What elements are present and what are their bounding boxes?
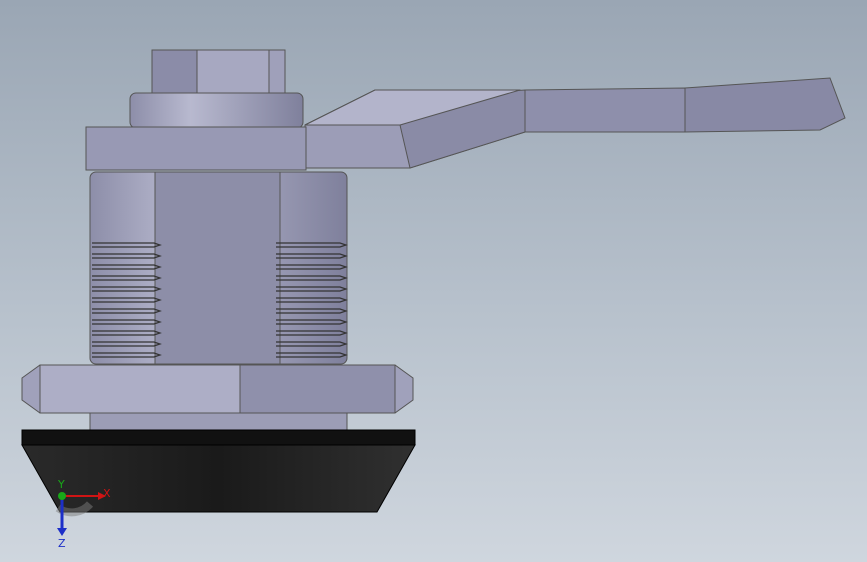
coordinate-triad: X Z Y [40, 478, 120, 550]
lower-thread-sliver [89, 412, 348, 431]
y-axis-dot-icon [58, 492, 66, 500]
graphics-viewport[interactable] [0, 0, 867, 562]
y-axis-label: Y [57, 478, 65, 491]
z-axis-arrow-icon [57, 528, 67, 536]
x-axis-label: X [103, 487, 111, 500]
threaded-body[interactable] [89, 171, 348, 365]
flange-plate[interactable] [85, 126, 307, 171]
collar-washer[interactable] [129, 92, 304, 129]
cam-lock-model[interactable] [21, 49, 846, 513]
mounting-hex-nut[interactable] [21, 364, 414, 414]
z-axis-label: Z [58, 537, 66, 548]
cam-lever-arm[interactable] [304, 77, 846, 169]
top-hex-nut[interactable] [151, 49, 286, 96]
